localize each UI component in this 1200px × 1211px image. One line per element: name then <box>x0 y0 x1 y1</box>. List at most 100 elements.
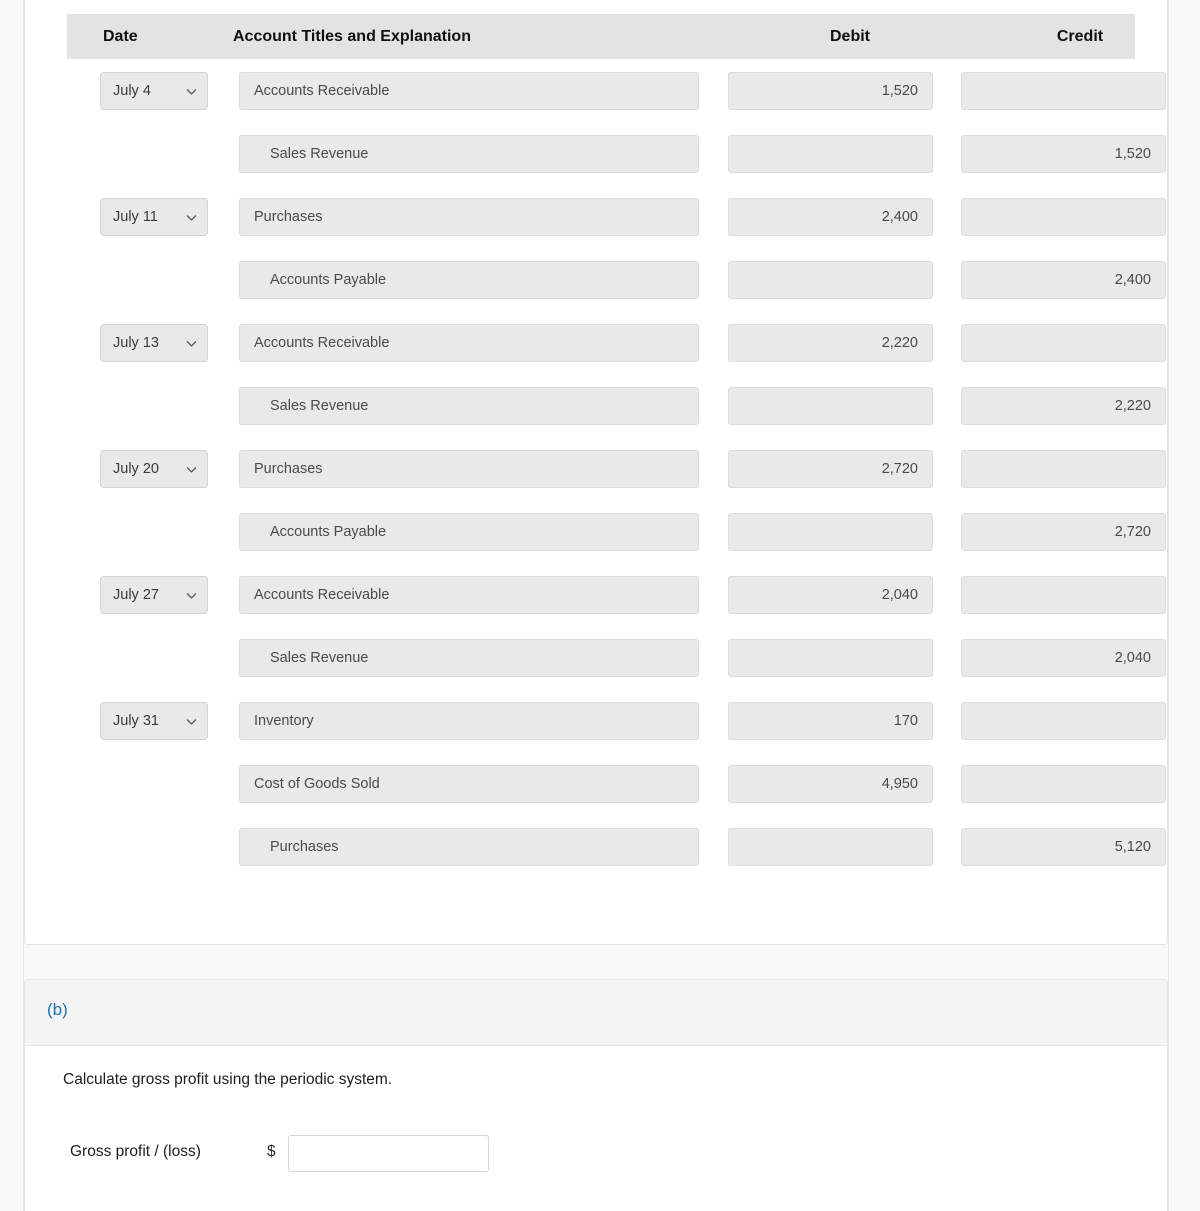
gross-profit-label: Gross profit / (loss) <box>70 1143 201 1160</box>
dollar-sign-label: $ <box>267 1143 276 1160</box>
account-title-field[interactable]: Accounts Receivable <box>239 324 699 362</box>
account-title-value: Accounts Payable <box>270 524 387 540</box>
debit-amount-field[interactable] <box>728 261 933 299</box>
account-title-value: Purchases <box>254 461 323 477</box>
debit-amount-value: 2,720 <box>881 461 918 477</box>
account-title-field[interactable]: Purchases <box>239 198 699 236</box>
credit-amount-field[interactable] <box>961 198 1166 236</box>
column-header-debit: Debit <box>830 28 870 45</box>
date-select[interactable]: July 11 <box>100 198 208 236</box>
journal-entry-card: Date Account Titles and Explanation Debi… <box>24 0 1168 945</box>
account-title-value: Accounts Receivable <box>254 587 390 603</box>
account-title-value: Sales Revenue <box>270 146 369 162</box>
credit-amount-field[interactable]: 2,220 <box>961 387 1166 425</box>
credit-amount-value: 2,400 <box>1114 272 1151 288</box>
credit-amount-field[interactable] <box>961 765 1166 803</box>
journal-row: July 13 Accounts Receivable 2,220 <box>25 324 1167 362</box>
debit-amount-value: 2,220 <box>881 335 918 351</box>
part-b-label: (b) <box>47 1000 68 1019</box>
date-select[interactable]: July 4 <box>100 72 208 110</box>
journal-row: July 27 Accounts Receivable 2,040 <box>25 576 1167 614</box>
debit-amount-field[interactable]: 4,950 <box>728 765 933 803</box>
debit-amount-value: 4,950 <box>881 776 918 792</box>
date-select-value: July 11 <box>113 209 158 225</box>
gross-profit-input[interactable] <box>288 1135 489 1172</box>
column-header-date: Date <box>103 28 138 45</box>
journal-row: Purchases 5,120 <box>25 828 1167 866</box>
debit-amount-field[interactable] <box>728 387 933 425</box>
account-title-value: Sales Revenue <box>270 650 369 666</box>
credit-amount-value: 2,720 <box>1114 524 1151 540</box>
debit-amount-field[interactable] <box>728 513 933 551</box>
account-title-field[interactable]: Accounts Payable <box>239 261 699 299</box>
account-title-value: Accounts Receivable <box>254 335 390 351</box>
credit-amount-field[interactable] <box>961 72 1166 110</box>
column-header-credit: Credit <box>1056 28 1104 45</box>
account-title-value: Accounts Receivable <box>254 83 390 99</box>
debit-amount-field[interactable]: 2,220 <box>728 324 933 362</box>
credit-amount-field[interactable]: 2,720 <box>961 513 1166 551</box>
account-title-field[interactable]: Purchases <box>239 450 699 488</box>
account-title-field[interactable]: Cost of Goods Sold <box>239 765 699 803</box>
date-select-value: July 27 <box>113 587 159 603</box>
chevron-down-icon <box>185 337 198 350</box>
account-title-field[interactable]: Sales Revenue <box>239 387 699 425</box>
credit-amount-value: 2,220 <box>1114 398 1151 414</box>
credit-amount-value: 5,120 <box>1114 839 1151 855</box>
account-title-field[interactable]: Accounts Payable <box>239 513 699 551</box>
debit-amount-field[interactable] <box>728 135 933 173</box>
date-select-value: July 31 <box>113 713 159 729</box>
account-title-value: Purchases <box>254 209 323 225</box>
account-title-field[interactable]: Inventory <box>239 702 699 740</box>
debit-amount-field[interactable]: 170 <box>728 702 933 740</box>
debit-amount-field[interactable]: 2,040 <box>728 576 933 614</box>
journal-row: July 11 Purchases 2,400 <box>25 198 1167 236</box>
account-title-value: Accounts Payable <box>270 272 387 288</box>
part-b-header-band: (b) <box>25 980 1167 1046</box>
account-title-field[interactable]: Accounts Receivable <box>239 72 699 110</box>
debit-amount-value: 1,520 <box>881 83 918 99</box>
account-title-field[interactable]: Purchases <box>239 828 699 866</box>
account-title-value: Inventory <box>254 713 314 729</box>
credit-amount-field[interactable] <box>961 576 1166 614</box>
journal-row: Accounts Payable 2,720 <box>25 513 1167 551</box>
chevron-down-icon <box>185 463 198 476</box>
account-title-value: Cost of Goods Sold <box>254 776 380 792</box>
credit-amount-field[interactable] <box>961 450 1166 488</box>
account-title-value: Purchases <box>270 839 339 855</box>
debit-amount-value: 2,040 <box>881 587 918 603</box>
chevron-down-icon <box>185 211 198 224</box>
debit-amount-value: 2,400 <box>881 209 918 225</box>
account-title-value: Sales Revenue <box>270 398 369 414</box>
credit-amount-field[interactable]: 2,400 <box>961 261 1166 299</box>
credit-amount-field[interactable] <box>961 324 1166 362</box>
part-b-card: (b) Calculate gross profit using the per… <box>24 979 1168 1211</box>
debit-amount-field[interactable]: 1,520 <box>728 72 933 110</box>
debit-amount-field[interactable] <box>728 639 933 677</box>
credit-amount-field[interactable]: 5,120 <box>961 828 1166 866</box>
credit-amount-value: 1,520 <box>1114 146 1151 162</box>
page-right-rule <box>1168 0 1169 1211</box>
date-select[interactable]: July 13 <box>100 324 208 362</box>
account-title-field[interactable]: Accounts Receivable <box>239 576 699 614</box>
chevron-down-icon <box>185 589 198 602</box>
page-root: Date Account Titles and Explanation Debi… <box>0 0 1200 1211</box>
part-b-prompt-text: Calculate gross profit using the periodi… <box>63 1071 393 1088</box>
account-title-field[interactable]: Sales Revenue <box>239 135 699 173</box>
chevron-down-icon <box>185 85 198 98</box>
debit-amount-value: 170 <box>893 713 918 729</box>
date-select[interactable]: July 27 <box>100 576 208 614</box>
date-select[interactable]: July 20 <box>100 450 208 488</box>
debit-amount-field[interactable]: 2,720 <box>728 450 933 488</box>
credit-amount-field[interactable]: 2,040 <box>961 639 1166 677</box>
journal-table-header: Date Account Titles and Explanation Debi… <box>67 14 1135 59</box>
debit-amount-field[interactable] <box>728 828 933 866</box>
journal-row: Sales Revenue 2,040 <box>25 639 1167 677</box>
date-select[interactable]: July 31 <box>100 702 208 740</box>
date-select-value: July 4 <box>113 83 151 99</box>
credit-amount-field[interactable]: 1,520 <box>961 135 1166 173</box>
credit-amount-field[interactable] <box>961 702 1166 740</box>
account-title-field[interactable]: Sales Revenue <box>239 639 699 677</box>
journal-row: July 20 Purchases 2,720 <box>25 450 1167 488</box>
debit-amount-field[interactable]: 2,400 <box>728 198 933 236</box>
